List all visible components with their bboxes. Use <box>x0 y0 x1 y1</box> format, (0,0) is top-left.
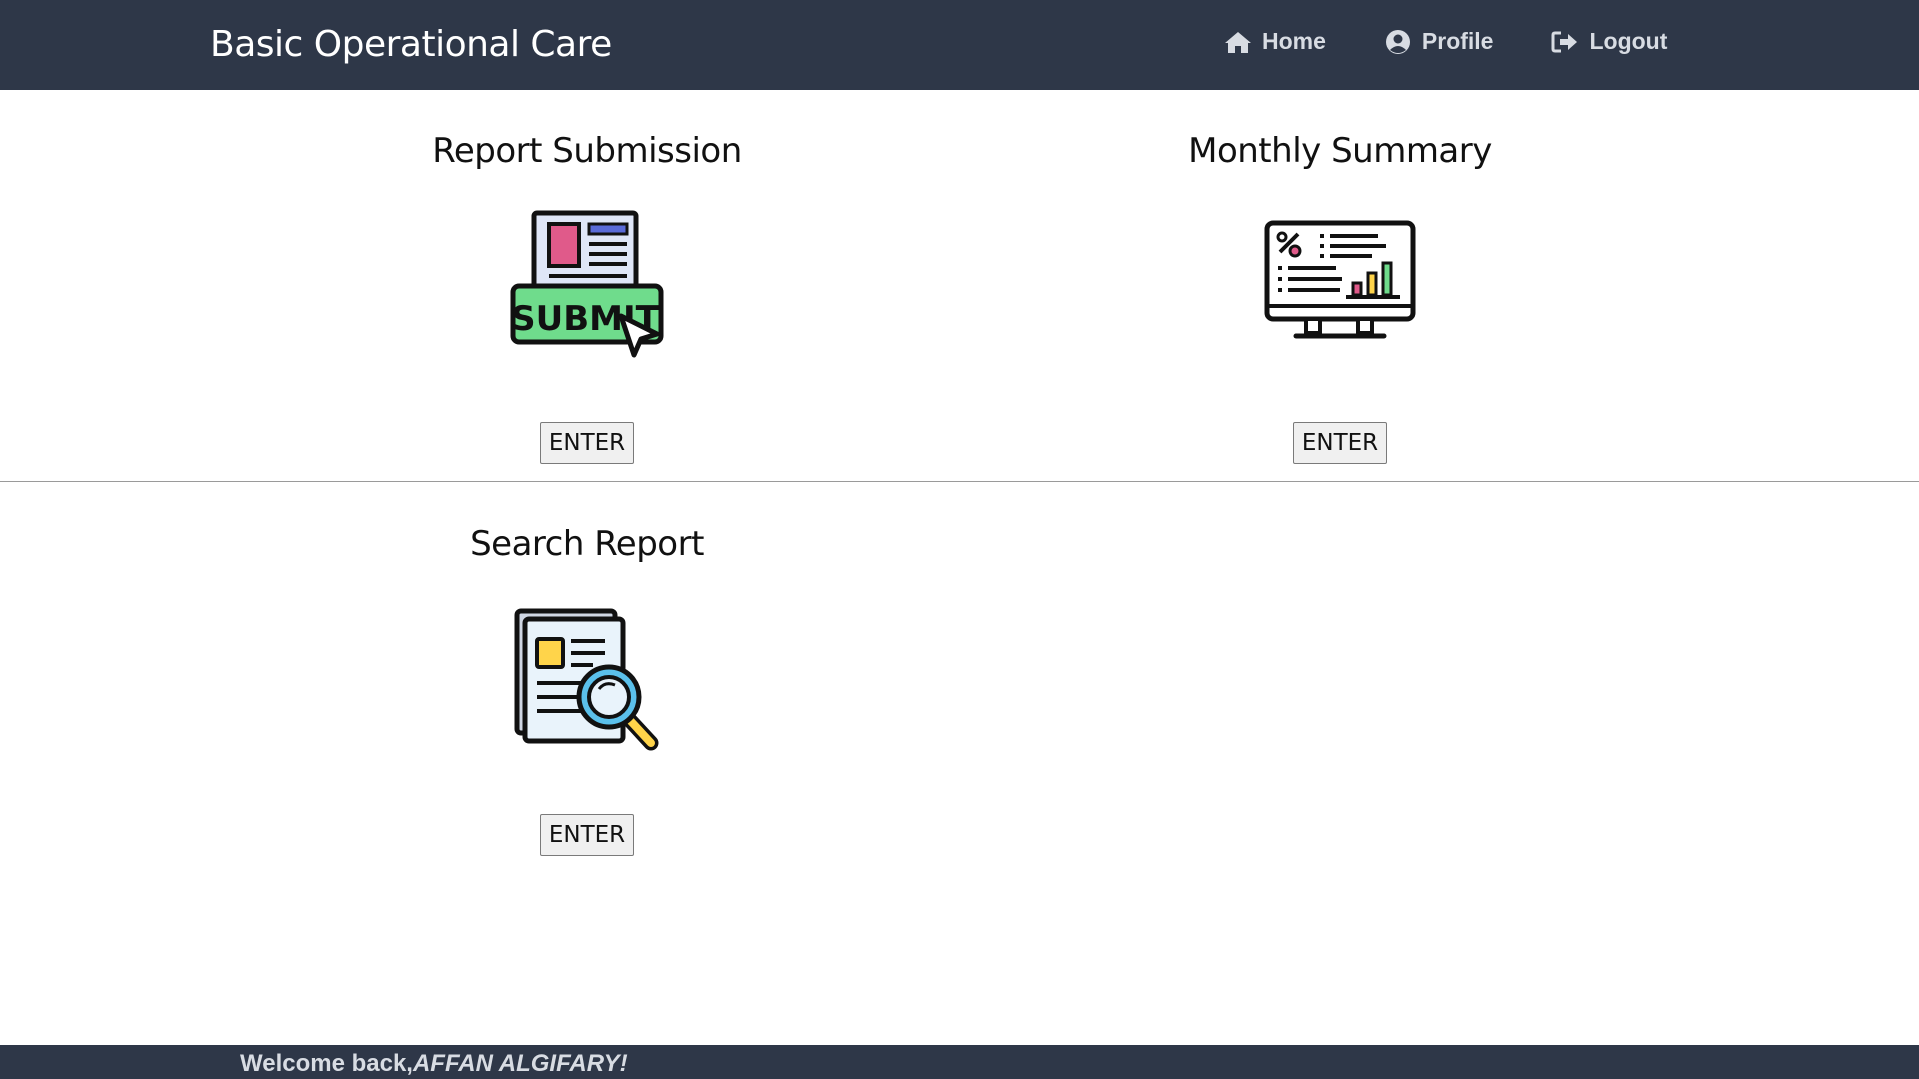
section-divider <box>0 481 1919 482</box>
monthly-summary-card: Monthly Summary ENTER <box>1090 128 1590 468</box>
search-document-icon <box>514 608 659 751</box>
card-title: Report Submission <box>432 131 742 171</box>
app-title[interactable]: Basic Operational Care <box>210 24 612 65</box>
card-title: Monthly Summary <box>1188 131 1492 171</box>
nav-profile-label: Profile <box>1421 28 1494 54</box>
nav-logout-label: Logout <box>1589 28 1668 54</box>
monthly-summary-enter-button[interactable]: ENTER <box>1293 422 1387 464</box>
search-report-card: Search Report ENTER <box>337 521 837 861</box>
search-report-enter-button[interactable]: ENTER <box>540 814 634 856</box>
nav-home-label: Home <box>1262 28 1326 54</box>
report-submission-card: Report Submission SUBMIT ENTER <box>337 128 837 468</box>
nav-links: Home Profile Logout <box>1224 28 1725 55</box>
nav-logout-link[interactable]: Logout <box>1551 28 1667 55</box>
top-navbar: Basic Operational Care Home Profile Logo… <box>0 0 1919 90</box>
welcome-message: Welcome back,AFFAN ALGIFARY! <box>240 1050 628 1078</box>
home-icon <box>1225 31 1251 53</box>
footer-bar: Welcome back,AFFAN ALGIFARY! <box>0 1045 1919 1079</box>
monitor-chart-icon <box>1264 220 1416 339</box>
welcome-username: AFFAN ALGIFARY! <box>412 1050 628 1077</box>
card-title: Search Report <box>470 524 704 564</box>
nav-home-link[interactable]: Home <box>1224 28 1326 55</box>
welcome-greeting: Welcome back, <box>240 1050 413 1077</box>
nav-profile-link[interactable]: Profile <box>1384 28 1494 55</box>
logout-icon <box>1551 31 1578 52</box>
submit-document-icon: SUBMIT <box>510 210 664 358</box>
user-circle-icon <box>1385 29 1410 54</box>
report-submission-enter-button[interactable]: ENTER <box>540 422 634 464</box>
